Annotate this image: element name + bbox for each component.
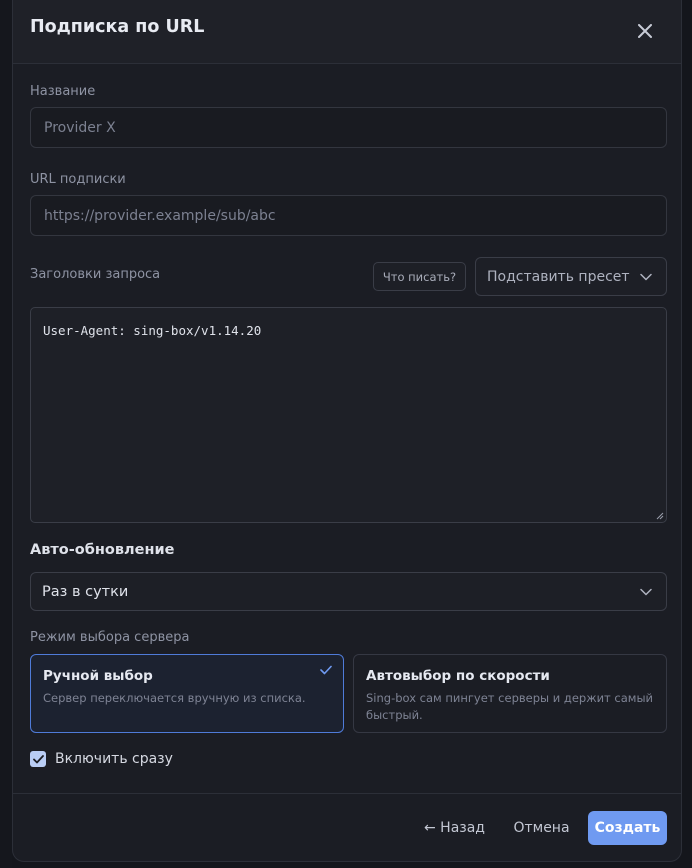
subscription-dialog: Подписка по URL Название Provider X URL … xyxy=(12,0,682,862)
mode-card-title: Автовыбор по скорости xyxy=(366,668,550,684)
enable-now-checkbox[interactable] xyxy=(30,751,46,767)
mode-card-title: Ручной выбор xyxy=(43,668,153,684)
mode-card-manual[interactable]: Ручной выбор Сервер переключается вручну… xyxy=(30,654,344,733)
mode-card-desc: Sing-box сам пингует серверы и держит са… xyxy=(366,691,653,722)
headers-label: Заголовки запроса xyxy=(30,267,161,282)
url-input[interactable]: https://provider.example/sub/abc xyxy=(30,195,667,236)
auto-update-select[interactable]: Раз в сутки xyxy=(30,572,667,611)
mode-card-desc: Сервер переключается вручную из списка. xyxy=(43,691,306,705)
dialog-title: Подписка по URL xyxy=(30,17,205,37)
headers-textarea[interactable]: User-Agent: sing-box/v1.14.20 xyxy=(30,307,667,523)
enable-now-label: Включить сразу xyxy=(55,751,173,767)
checkbox-check-icon xyxy=(32,754,44,763)
name-label: Название xyxy=(30,84,96,99)
headers-hint-button[interactable]: Что писать? xyxy=(373,262,466,291)
back-button[interactable]: ← Назад xyxy=(418,811,491,845)
auto-update-title: Авто-обновление xyxy=(30,542,175,558)
dialog-header: Подписка по URL xyxy=(13,0,681,64)
preset-select[interactable]: Подставить пресет xyxy=(475,257,667,296)
footer-divider xyxy=(13,793,681,794)
close-button[interactable] xyxy=(631,17,659,45)
name-placeholder: Provider X xyxy=(44,119,116,136)
cancel-button[interactable]: Отмена xyxy=(508,811,575,845)
check-icon xyxy=(320,665,332,675)
close-icon xyxy=(638,24,652,38)
chevron-down-icon xyxy=(640,273,652,280)
auto-update-value: Раз в сутки xyxy=(42,583,129,600)
chevron-down-icon xyxy=(640,588,652,595)
url-placeholder: https://provider.example/sub/abc xyxy=(44,207,276,224)
name-input[interactable]: Provider X xyxy=(30,107,667,148)
mode-card-auto[interactable]: Автовыбор по скорости Sing-box сам пингу… xyxy=(353,654,667,733)
server-mode-label: Режим выбора сервера xyxy=(30,630,190,645)
enable-now-row[interactable]: Включить сразу xyxy=(30,751,173,767)
url-label: URL подписки xyxy=(30,172,126,187)
preset-select-label: Подставить пресет xyxy=(487,268,630,285)
create-button[interactable]: Создать xyxy=(588,811,667,845)
headers-value: User-Agent: sing-box/v1.14.20 xyxy=(43,323,262,338)
resize-grip-icon[interactable] xyxy=(656,512,664,520)
